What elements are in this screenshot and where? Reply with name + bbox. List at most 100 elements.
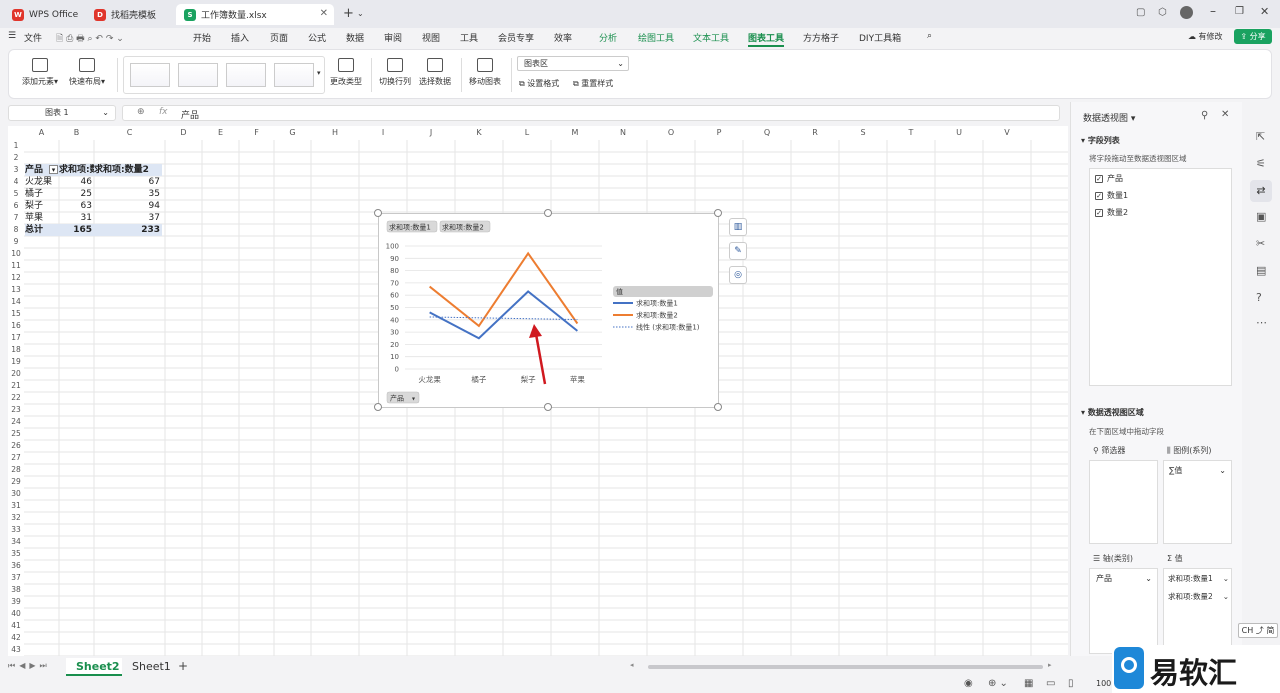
switch-rowcol-button[interactable]: 切换行列 [376, 58, 414, 87]
row-header[interactable]: 34 [8, 536, 24, 548]
menu-diy[interactable]: DIY工具箱 [859, 31, 901, 44]
resize-handle[interactable] [544, 209, 552, 217]
row-header[interactable]: 40 [8, 608, 24, 620]
close-icon[interactable]: ✕ [1221, 109, 1229, 120]
menu-file[interactable]: 文件 [24, 31, 42, 44]
row-header[interactable]: 12 [8, 272, 24, 284]
column-header[interactable]: L [503, 126, 551, 140]
row-header[interactable]: 26 [8, 440, 24, 452]
pivot-row-label[interactable]: 火龙果 [25, 176, 60, 188]
legend-title-bar[interactable] [613, 286, 713, 297]
column-header[interactable]: F [239, 126, 274, 140]
resize-handle[interactable] [544, 403, 552, 411]
menu-insert[interactable]: 插入 [231, 31, 249, 44]
row-header[interactable]: 24 [8, 416, 24, 428]
row-header[interactable]: 14 [8, 296, 24, 308]
pivot-panel-icon[interactable]: ⇄ [1250, 180, 1272, 202]
help-icon[interactable]: ? [1256, 291, 1262, 304]
field-item-qty1[interactable]: ✓ 数量1 [1095, 190, 1128, 201]
column-header[interactable]: B [59, 126, 94, 140]
menu-home[interactable]: 开始 [193, 31, 211, 44]
row-header[interactable]: 3 [8, 164, 24, 176]
value-field-chip[interactable]: 求和项:数量2 ⌄ [1167, 590, 1230, 603]
search-icon[interactable]: ⌕ [927, 31, 932, 41]
row-header[interactable]: 37 [8, 572, 24, 584]
menu-review[interactable]: 审阅 [384, 31, 402, 44]
pivot-value-cell[interactable]: 46 [59, 176, 94, 188]
row-header[interactable]: 31 [8, 500, 24, 512]
row-header[interactable]: 9 [8, 236, 24, 248]
row-header[interactable]: 35 [8, 548, 24, 560]
row-header[interactable]: 21 [8, 380, 24, 392]
row-header[interactable]: 10 [8, 248, 24, 260]
avatar[interactable] [1180, 6, 1193, 19]
chart-element-select[interactable]: 图表区 ⌄ [517, 56, 629, 71]
pivot-header-cell[interactable]: 求和项:数量2 [94, 164, 162, 176]
row-header[interactable]: 41 [8, 620, 24, 632]
pin-icon[interactable]: ⚲ [1201, 110, 1208, 121]
quick-layout-button[interactable]: 快速布局▾ [66, 58, 108, 87]
maximize-icon[interactable]: ❐ [1235, 6, 1244, 17]
tools-icon[interactable]: ✂ [1256, 237, 1265, 250]
column-header[interactable]: O [647, 126, 695, 140]
zoom-level[interactable]: 100 [1096, 679, 1111, 688]
view-mode-icon[interactable]: ⊕ ⌄ [988, 678, 1008, 689]
close-icon[interactable]: ✕ [320, 8, 328, 19]
column-header[interactable]: P [695, 126, 743, 140]
row-header[interactable]: 25 [8, 428, 24, 440]
legend-drop-area[interactable]: ∑值 ⌄ [1163, 460, 1232, 544]
row-header[interactable]: 2 [8, 152, 24, 164]
pivot-value-cell[interactable]: 67 [94, 176, 162, 188]
column-header[interactable]: N [599, 126, 647, 140]
reset-style-button[interactable]: ⧉ 重置样式 [573, 78, 613, 89]
more-icon[interactable]: ⋯ [1256, 316, 1267, 329]
style-icon[interactable]: ▣ [1256, 210, 1266, 223]
row-header[interactable]: 39 [8, 596, 24, 608]
row-header[interactable]: 6 [8, 200, 24, 212]
filter-dropdown-icon[interactable]: ▾ [49, 165, 58, 174]
menu-member[interactable]: 会员专享 [498, 31, 534, 44]
pivot-value-cell[interactable]: 63 [59, 200, 94, 212]
column-header[interactable]: V [983, 126, 1031, 140]
row-header[interactable]: 5 [8, 188, 24, 200]
row-header[interactable]: 42 [8, 632, 24, 644]
column-header[interactable]: G [274, 126, 311, 140]
chart-style-thumb[interactable] [178, 63, 218, 87]
row-header[interactable]: 33 [8, 524, 24, 536]
field-button[interactable]: 求和项:数量1 [386, 220, 438, 233]
row-header[interactable]: 4 [8, 176, 24, 188]
value-field-chip[interactable]: 求和项:数量1 ⌄ [1167, 572, 1230, 585]
quick-access-icons[interactable]: 🗎 ⎙ 🖶 ⌕ ↶ ↷ ⌄ [56, 31, 124, 47]
add-sheet-icon[interactable]: + [178, 659, 188, 673]
new-tab-icon[interactable]: + [343, 6, 354, 21]
sheet-tab-sheet1[interactable]: Sheet1 [126, 658, 172, 676]
cube-icon[interactable]: ⬡ [1158, 7, 1167, 18]
row-header[interactable]: 22 [8, 392, 24, 404]
tab-template[interactable]: D 找稻壳模板 [86, 4, 172, 25]
column-header[interactable]: K [455, 126, 503, 140]
row-header[interactable]: 36 [8, 560, 24, 572]
chart-style-thumb[interactable] [226, 63, 266, 87]
resize-handle[interactable] [714, 209, 722, 217]
field-list-header[interactable]: ▾ 字段列表 [1081, 135, 1120, 146]
column-header[interactable]: T [887, 126, 935, 140]
menu-analyze[interactable]: 分析 [599, 31, 617, 44]
ime-indicator[interactable]: CH ⤴ 简 [1238, 623, 1278, 638]
chevron-down-icon[interactable]: ⌄ [357, 9, 364, 18]
row-header[interactable]: 15 [8, 308, 24, 320]
window-tile-icon[interactable]: ▢ [1136, 7, 1145, 18]
pivot-header-cell[interactable]: 求和项:数量1 [59, 164, 114, 176]
row-header[interactable]: 20 [8, 368, 24, 380]
field-button[interactable]: 求和项:数量2 [439, 220, 491, 233]
formula-input[interactable]: ⊕ fx 产品 [122, 105, 1060, 121]
pivot-total-value[interactable]: 233 [94, 224, 162, 236]
menu-page[interactable]: 页面 [270, 31, 288, 44]
row-header[interactable]: 30 [8, 488, 24, 500]
chart-style-brush-icon[interactable]: ✎ [729, 242, 747, 260]
chart-style-thumb[interactable] [274, 63, 314, 87]
pivot-value-cell[interactable]: 25 [59, 188, 94, 200]
pivot-row-label[interactable]: 橘子 [25, 188, 60, 200]
pivot-row-label[interactable]: 梨子 [25, 200, 60, 212]
legend-field-chip[interactable]: ∑值 ⌄ [1167, 464, 1229, 477]
row-header[interactable]: 1 [8, 140, 24, 152]
